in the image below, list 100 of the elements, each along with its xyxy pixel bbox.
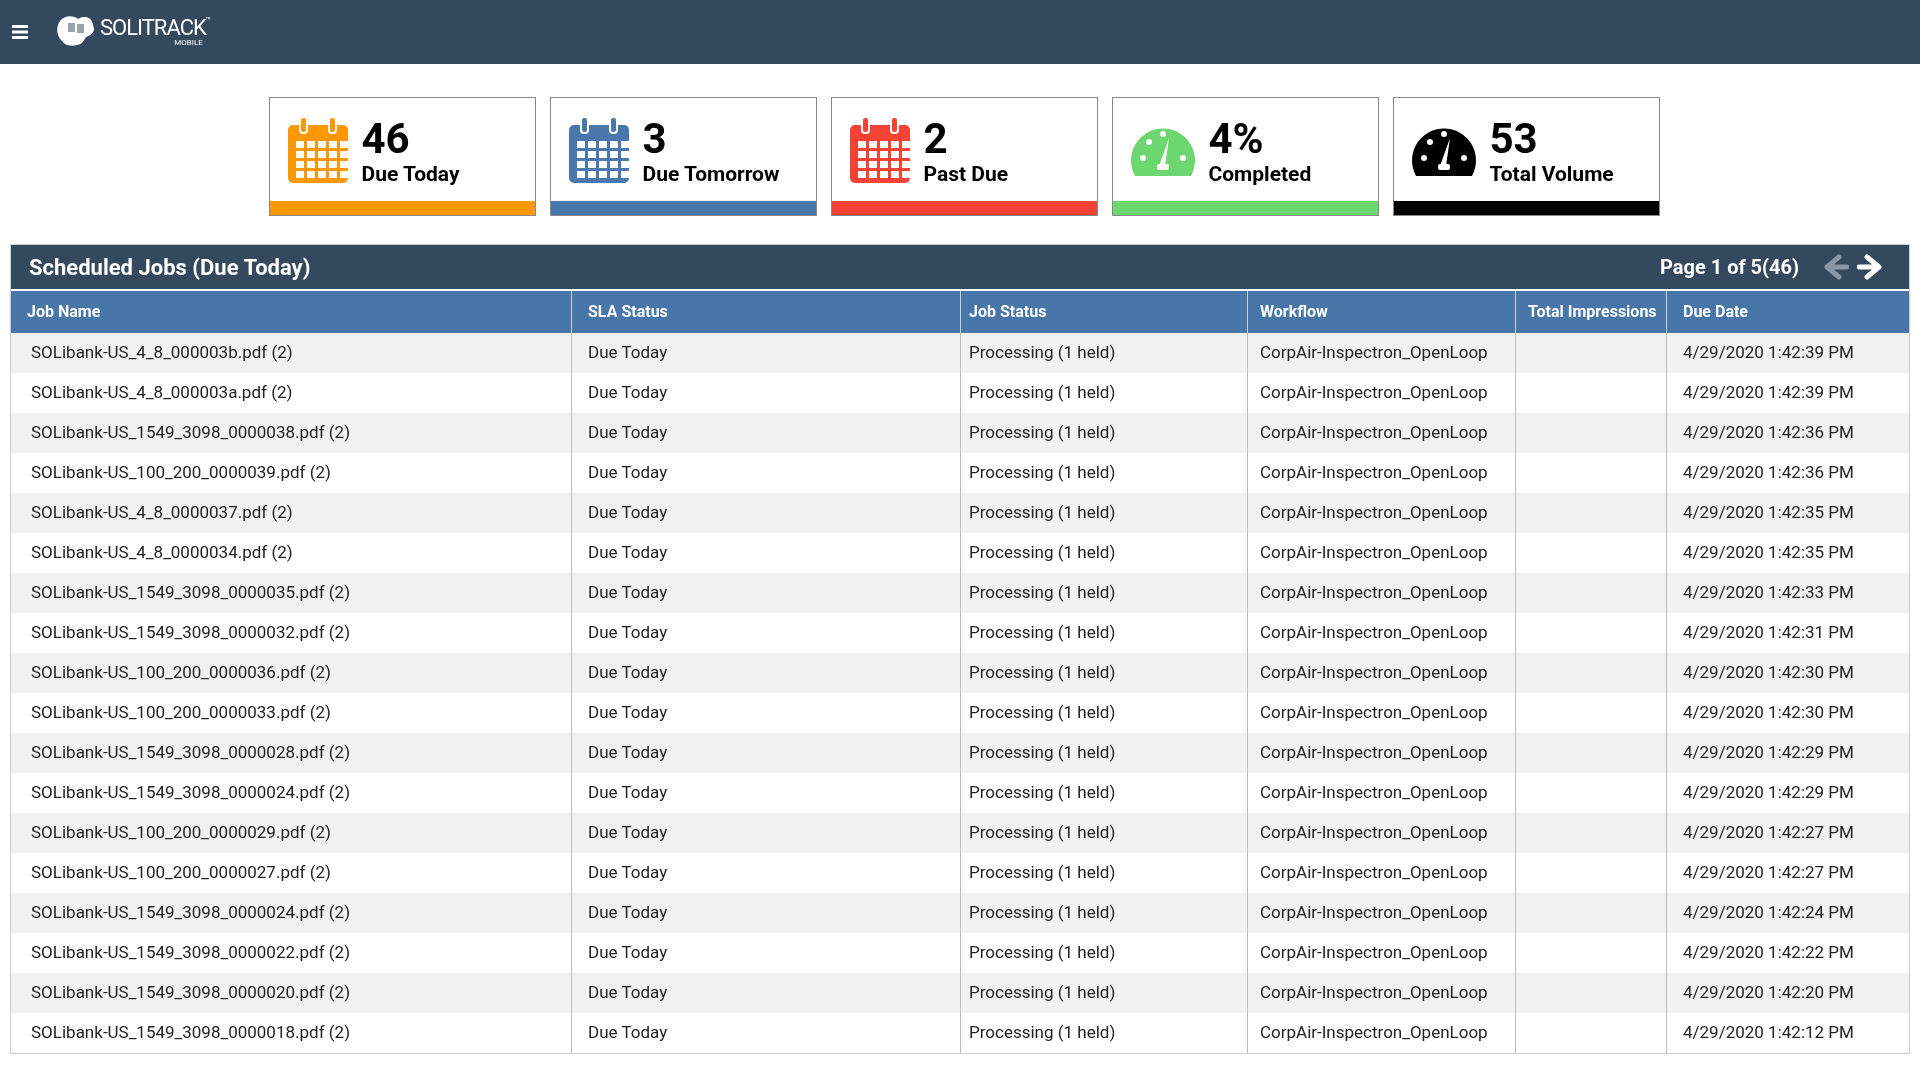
table-cell-text: CorpAir-Inspectron_OpenLoop	[1260, 981, 1488, 1005]
table-row[interactable]: SOLibank-US_1549_3098_0000038.pdf (2) Due Today Processing (1 held) CorpAir-Inspectron_OpenLoop 4/29/2020 1:42:36 PM	[11, 413, 1909, 453]
table-cell-text: SOLibank-US_100_200_0000036.pdf (2)	[31, 661, 331, 685]
table-row[interactable]: SOLibank-US_1549_3098_0000020.pdf (2) Due Today Processing (1 held) CorpAir-Inspectron_OpenLoop 4/29/2020 1:42:20 PM	[11, 973, 1909, 1013]
table-row[interactable]: SOLibank-US_4_8_000003b.pdf (2) Due Today Processing (1 held) CorpAir-Inspectron_OpenLoop 4/29/2020 1:42:39 PM	[11, 333, 1909, 373]
table-cell-text: Processing (1 held)	[969, 421, 1116, 445]
table-cell-text: SOLibank-US_4_8_0000034.pdf (2)	[31, 541, 293, 565]
table-cell-text: 4/29/2020 1:42:29 PM	[1683, 741, 1854, 765]
table-cell-text: 4/29/2020 1:42:29 PM	[1683, 781, 1854, 805]
page-info: Page 1 of 5(46)	[1660, 254, 1799, 281]
table-cell-text: CorpAir-Inspectron_OpenLoop	[1260, 901, 1488, 925]
logo-drawing	[56, 15, 96, 49]
table-cell-text: Processing (1 held)	[969, 781, 1116, 805]
table-cell-text: Due Today	[588, 621, 668, 645]
table-cell-text: Due Today	[588, 461, 668, 485]
table-cell-text: 4/29/2020 1:42:39 PM	[1683, 341, 1854, 365]
table-cell-text: CorpAir-Inspectron_OpenLoop	[1260, 661, 1488, 685]
table-cell-text: SOLibank-US_4_8_000003a.pdf (2)	[31, 381, 293, 405]
table-row[interactable]: SOLibank-US_4_8_0000037.pdf (2) Due Today Processing (1 held) CorpAir-Inspectron_OpenLoop 4/29/2020 1:42:35 PM	[11, 493, 1909, 533]
table-row[interactable]: SOLibank-US_100_200_0000029.pdf (2) Due Today Processing (1 held) CorpAir-Inspectron_OpenLoop 4/29/2020 1:42:27 PM	[11, 813, 1909, 853]
table-cell-text: Processing (1 held)	[969, 1021, 1116, 1045]
stat-label: Due Today	[361, 164, 460, 185]
table-cell-text: SOLibank-US_1549_3098_0000032.pdf (2)	[31, 621, 351, 645]
stat-label: Due Tomorrow	[642, 164, 780, 185]
table-cell-text: 4/29/2020 1:42:22 PM	[1683, 941, 1854, 965]
table-cell-text: 4/29/2020 1:42:12 PM	[1683, 1021, 1854, 1045]
table-cell-text: SOLibank-US_100_200_0000027.pdf (2)	[31, 861, 331, 885]
table-cell-text: 4/29/2020 1:42:30 PM	[1683, 661, 1854, 685]
table-row[interactable]: SOLibank-US_1549_3098_0000035.pdf (2) Due Today Processing (1 held) CorpAir-Inspectron_OpenLoop 4/29/2020 1:42:33 PM	[11, 573, 1909, 613]
table-cell-text: 4/29/2020 1:42:35 PM	[1683, 501, 1854, 525]
table-cell-text: Due Today	[588, 981, 668, 1005]
table-cell-text: Processing (1 held)	[969, 581, 1116, 605]
stat-value: 2	[923, 118, 949, 160]
table-cell-text: 4/29/2020 1:42:24 PM	[1683, 901, 1854, 925]
stat-label: Past Due	[923, 164, 1009, 185]
logo-subtext: MOBILE	[174, 39, 203, 47]
table-row[interactable]: SOLibank-US_1549_3098_0000028.pdf (2) Due Today Processing (1 held) CorpAir-Inspectron_OpenLoop 4/29/2020 1:42:29 PM	[11, 733, 1909, 773]
table-cell-text: 4/29/2020 1:42:27 PM	[1683, 861, 1854, 885]
table-cell-text: SOLibank-US_1549_3098_0000035.pdf (2)	[31, 581, 351, 605]
table-cell-text: 4/29/2020 1:42:30 PM	[1683, 701, 1854, 725]
table-cell-text: CorpAir-Inspectron_OpenLoop	[1260, 701, 1488, 725]
table-cell-text: Processing (1 held)	[969, 701, 1116, 725]
table-row[interactable]: SOLibank-US_100_200_0000036.pdf (2) Due Today Processing (1 held) CorpAir-Inspectron_OpenLoop 4/29/2020 1:42:30 PM	[11, 653, 1909, 693]
table-cell-text: Due Today	[588, 1021, 668, 1045]
table-cell-text: Due Today	[588, 781, 668, 805]
table-cell-text: Processing (1 held)	[969, 621, 1116, 645]
table-cell-text: Processing (1 held)	[969, 341, 1116, 365]
table-cell-text: Due Today	[588, 901, 668, 925]
table-cell-text: CorpAir-Inspectron_OpenLoop	[1260, 861, 1488, 885]
table-cell-text: 4/29/2020 1:42:36 PM	[1683, 461, 1854, 485]
table-row[interactable]: SOLibank-US_1549_3098_0000024.pdf (2) Due Today Processing (1 held) CorpAir-Inspectron_OpenLoop 4/29/2020 1:42:24 PM	[11, 893, 1909, 933]
table-cell-text: Due Today	[588, 821, 668, 845]
table-cell-text: SOLibank-US_1549_3098_0000020.pdf (2)	[31, 981, 351, 1005]
table-cell-text: Due Today	[588, 861, 668, 885]
table-cell-text: 4/29/2020 1:42:31 PM	[1683, 621, 1854, 645]
stat-label: Total Volume	[1489, 164, 1614, 185]
table-cell-text: CorpAir-Inspectron_OpenLoop	[1260, 621, 1488, 645]
table-cell-text: Processing (1 held)	[969, 381, 1116, 405]
table-cell-text: SOLibank-US_1549_3098_0000022.pdf (2)	[31, 941, 351, 965]
table-cell-text: 4/29/2020 1:42:35 PM	[1683, 541, 1854, 565]
table-cell-text: CorpAir-Inspectron_OpenLoop	[1260, 1021, 1488, 1045]
table-cell-text: Processing (1 held)	[969, 861, 1116, 885]
table-cell-text: Due Today	[588, 501, 668, 525]
table-cell-text: Due Today	[588, 741, 668, 765]
table-cell-text: 4/29/2020 1:42:39 PM	[1683, 381, 1854, 405]
table-cell-text: Due Today	[588, 941, 668, 965]
trademark-mark: ™	[205, 17, 211, 25]
table-cell-text: CorpAir-Inspectron_OpenLoop	[1260, 541, 1488, 565]
table-cell-text: Processing (1 held)	[969, 661, 1116, 685]
table-cell-text: Due Today	[588, 421, 668, 445]
table-cell-text: 4/29/2020 1:42:20 PM	[1683, 981, 1854, 1005]
table-cell-text: 4/29/2020 1:42:33 PM	[1683, 581, 1854, 605]
table-cell-text: Processing (1 held)	[969, 901, 1116, 925]
table-cell-text: Due Today	[588, 341, 668, 365]
table-cell-text: SOLibank-US_1549_3098_0000018.pdf (2)	[31, 1021, 351, 1045]
table-cell-text: SOLibank-US_100_200_0000029.pdf (2)	[31, 821, 331, 845]
table-cell-text: SOLibank-US_100_200_0000039.pdf (2)	[31, 461, 331, 485]
table-cell-text: SOLibank-US_100_200_0000033.pdf (2)	[31, 701, 331, 725]
menu-icon[interactable]	[12, 25, 28, 39]
column-header[interactable]: Job Name	[11, 291, 571, 333]
table-cell-text: Processing (1 held)	[969, 821, 1116, 845]
table-cell-text: Due Today	[588, 661, 668, 685]
table-cell-text: Due Today	[588, 541, 668, 565]
table-cell-text: CorpAir-Inspectron_OpenLoop	[1260, 741, 1488, 765]
table-cell-text: Processing (1 held)	[969, 981, 1116, 1005]
table-cell-text: CorpAir-Inspectron_OpenLoop	[1260, 581, 1488, 605]
table-cell-text: Due Today	[588, 701, 668, 725]
table-cell-text: 4/29/2020 1:42:36 PM	[1683, 421, 1854, 445]
table-cell-text: Processing (1 held)	[969, 741, 1116, 765]
table-cell-text: 4/29/2020 1:42:27 PM	[1683, 821, 1854, 845]
table-cell-text: Processing (1 held)	[969, 941, 1116, 965]
stat-value: 53	[1489, 118, 1539, 160]
panel-title: Scheduled Jobs (Due Today)	[29, 253, 311, 282]
table-cell-text: CorpAir-Inspectron_OpenLoop	[1260, 821, 1488, 845]
table-cell-text: CorpAir-Inspectron_OpenLoop	[1260, 461, 1488, 485]
table-cell-text: CorpAir-Inspectron_OpenLoop	[1260, 781, 1488, 805]
table-cell-text: CorpAir-Inspectron_OpenLoop	[1260, 381, 1488, 405]
stat-value: 3	[642, 118, 668, 160]
table-cell-text: Due Today	[588, 381, 668, 405]
table-cell-text: Processing (1 held)	[969, 541, 1116, 565]
